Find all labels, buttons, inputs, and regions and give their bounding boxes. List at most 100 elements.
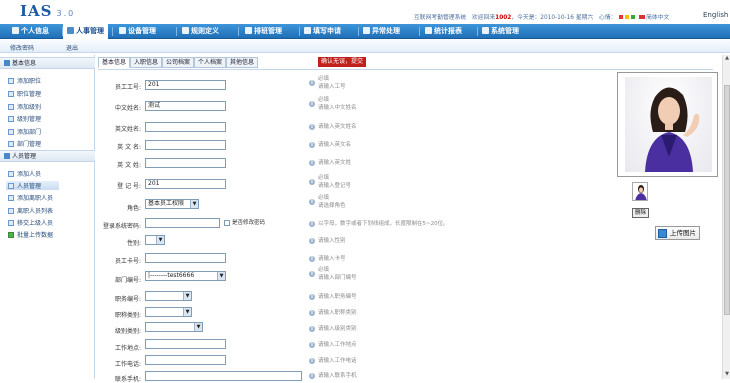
mobile-input[interactable] bbox=[145, 371, 302, 381]
tab-company-archive[interactable]: 公司档案 bbox=[162, 57, 195, 68]
doc-icon bbox=[8, 116, 14, 122]
tab-entry-info[interactable]: 入职信息 bbox=[130, 57, 163, 68]
chevron-down-icon: ▼ bbox=[183, 292, 191, 300]
scroll-up-icon[interactable]: ▲ bbox=[723, 55, 730, 63]
login-password-input[interactable] bbox=[145, 218, 220, 228]
english-given-name-input[interactable] bbox=[145, 140, 226, 150]
role-select[interactable]: 基本员工权限 ▼ bbox=[145, 199, 199, 209]
employee-id-input[interactable]: 201 bbox=[145, 80, 226, 90]
vertical-scrollbar[interactable]: ▲ ▼ bbox=[722, 55, 730, 379]
photo-frame bbox=[617, 72, 718, 177]
confirm-submit-button[interactable]: 确认无误，提交 bbox=[318, 57, 367, 67]
tab-personal-archive[interactable]: 个人档案 bbox=[194, 57, 227, 68]
nav-exception-handling[interactable]: 异常处理 bbox=[363, 24, 400, 39]
sidebar-item-position-management[interactable]: 职位管理 bbox=[8, 89, 41, 98]
sidebar-section-basic[interactable]: 基本信息 bbox=[0, 57, 95, 69]
upload-photo-button[interactable]: 上传图片 bbox=[655, 226, 700, 240]
label-chinese-name: 中文姓名: bbox=[114, 105, 141, 112]
nav-fill-application[interactable]: 填写申请 bbox=[304, 24, 341, 39]
sidebar-item-add-resigned[interactable]: 添加离职人员 bbox=[8, 193, 53, 202]
nav-statistics-report[interactable]: 统计报表 bbox=[425, 24, 462, 39]
level-category-select[interactable]: ▼ bbox=[145, 322, 203, 332]
lang-en-link[interactable]: English bbox=[703, 11, 728, 19]
sidebar-item-transfer-superior[interactable]: 移交上级人员 bbox=[8, 218, 53, 227]
chevron-down-icon: ▼ bbox=[183, 308, 191, 316]
status-bar: 互联网考勤管理系统 欢迎回来1002，今天是：2010-10-16 星期六 心情… bbox=[414, 15, 670, 21]
info-icon: i bbox=[309, 160, 315, 166]
work-location-input[interactable] bbox=[145, 339, 226, 349]
doc-icon bbox=[8, 129, 14, 135]
mood-green-icon[interactable] bbox=[631, 15, 636, 19]
nav-hr-management[interactable]: 人事管理 bbox=[63, 24, 108, 39]
info-icon: i bbox=[309, 342, 315, 348]
chinese-name-input[interactable]: 测试 bbox=[145, 101, 226, 111]
label-role: 角色: bbox=[126, 205, 141, 212]
label-department-no: 部门编号: bbox=[114, 277, 141, 284]
label-level-category: 级别类别: bbox=[114, 328, 141, 335]
calendar-icon bbox=[245, 27, 252, 34]
card-no-input[interactable] bbox=[145, 253, 226, 263]
chart-icon bbox=[425, 27, 432, 34]
sidebar-item-department-management[interactable]: 部门管理 bbox=[8, 139, 41, 148]
chevron-down-icon: ▼ bbox=[194, 323, 202, 331]
label-employee-id: 员工工号: bbox=[114, 84, 141, 91]
registration-no-input[interactable]: 201 bbox=[145, 179, 226, 189]
sidebar-item-add-staff[interactable]: 添加人员 bbox=[8, 169, 41, 178]
people-icon bbox=[4, 153, 10, 159]
nav-personal-info[interactable]: 个人信息 bbox=[12, 24, 49, 39]
sidebar-item-resigned-list[interactable]: 离职人员列表 bbox=[8, 206, 53, 215]
work-phone-input[interactable] bbox=[145, 355, 226, 365]
info-icon: i bbox=[309, 326, 315, 332]
change-password-label: 是否修改密码 bbox=[232, 220, 266, 226]
label-work-phone: 工作电话: bbox=[114, 361, 141, 368]
info-icon: i bbox=[309, 80, 315, 86]
logout-link[interactable]: 退出 bbox=[66, 43, 78, 52]
info-icon: i bbox=[309, 221, 315, 227]
nav-system-management[interactable]: 系统管理 bbox=[482, 24, 519, 39]
tab-other-info[interactable]: 其他信息 bbox=[226, 57, 259, 68]
delete-photo-button[interactable]: 删除 bbox=[632, 208, 650, 218]
label-card-no: 员工卡号: bbox=[114, 258, 141, 265]
nav-device-management[interactable]: 设备管理 bbox=[119, 24, 156, 39]
label-position-no: 职务编号: bbox=[114, 296, 141, 303]
mood-red-icon[interactable] bbox=[619, 15, 624, 19]
scrollbar-thumb[interactable] bbox=[724, 85, 730, 315]
upload-arrow-icon bbox=[8, 232, 14, 238]
mood-yellow-icon[interactable] bbox=[625, 15, 630, 19]
photo-thumbnail[interactable] bbox=[632, 182, 648, 201]
user-icon bbox=[8, 220, 14, 226]
gender-select[interactable]: ▼ bbox=[145, 235, 165, 245]
chevron-down-icon: ▼ bbox=[156, 236, 164, 244]
info-icon: i bbox=[309, 124, 315, 130]
label-title-category: 职称类别: bbox=[114, 312, 141, 319]
sidebar-item-add-level[interactable]: 添加级别 bbox=[8, 102, 41, 111]
lang-cn-link[interactable]: 简体中文 bbox=[646, 15, 669, 21]
title-category-select[interactable]: ▼ bbox=[145, 307, 192, 317]
flag-cn-icon bbox=[639, 15, 646, 19]
english-full-name-input[interactable] bbox=[145, 122, 226, 132]
change-password-link[interactable]: 修改密码 bbox=[10, 43, 34, 52]
gear-icon bbox=[119, 27, 126, 34]
sidebar-item-staff-management[interactable]: 人员管理 bbox=[6, 181, 60, 190]
info-icon: i bbox=[309, 179, 315, 185]
info-icon: i bbox=[309, 101, 315, 107]
sidebar-item-batch-upload[interactable]: 批量上传数据 bbox=[8, 230, 53, 239]
position-select[interactable]: ▼ bbox=[145, 291, 192, 301]
nav-rule-definition[interactable]: 规则定义 bbox=[182, 24, 219, 39]
nav-shift-management[interactable]: 排班管理 bbox=[245, 24, 282, 39]
change-password-checkbox[interactable] bbox=[224, 220, 230, 226]
warning-icon bbox=[363, 27, 370, 34]
sidebar-item-level-management[interactable]: 级别管理 bbox=[8, 114, 41, 123]
sidebar-item-add-position[interactable]: 添加职位 bbox=[8, 76, 41, 85]
chevron-down-icon: ▼ bbox=[190, 200, 198, 208]
user-icon bbox=[8, 195, 14, 201]
english-surname-input[interactable] bbox=[145, 158, 226, 168]
tab-basic-info[interactable]: 基本信息 bbox=[98, 57, 131, 68]
scroll-down-icon[interactable]: ▼ bbox=[723, 371, 730, 379]
sidebar-item-add-department[interactable]: 添加部门 bbox=[8, 127, 41, 136]
info-icon: i bbox=[309, 271, 315, 277]
sidebar-section-staff[interactable]: 人员管理 bbox=[0, 150, 95, 162]
pencil-icon bbox=[304, 27, 311, 34]
user-icon bbox=[8, 171, 14, 177]
department-select[interactable]: |--------test6666 ▼ bbox=[145, 271, 226, 281]
